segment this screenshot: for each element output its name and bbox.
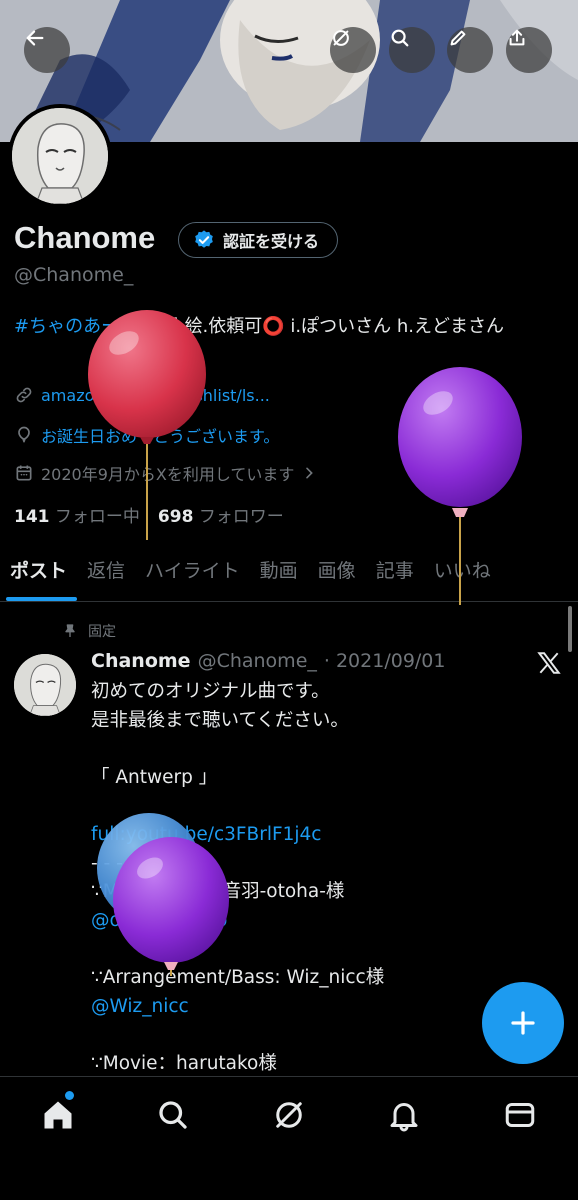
post-song-title: 「 Antwerp 」: [91, 766, 218, 788]
post-avatar[interactable]: [14, 654, 76, 716]
search-icon[interactable]: [155, 1097, 191, 1133]
purple-balloon: [398, 367, 522, 605]
avatar-illustration: [14, 654, 76, 716]
pin-icon: [65, 624, 75, 637]
post-line: 初めてのオリジナル曲です。: [91, 681, 330, 702]
grok-icon[interactable]: [271, 1097, 307, 1133]
post-author-name[interactable]: Chanome: [91, 650, 191, 672]
pinned-label: 固定: [88, 624, 116, 640]
calendar-icon: [16, 465, 32, 481]
following-count: 141: [14, 507, 50, 527]
red-balloon: [88, 310, 206, 540]
get-verified-button[interactable]: 認証を受ける: [178, 222, 339, 258]
mail-icon[interactable]: [502, 1097, 538, 1133]
get-verified-label: 認証を受ける: [223, 232, 320, 251]
x-logo-icon: [537, 652, 561, 674]
back-button[interactable]: [24, 27, 70, 73]
profile-name: Chanome: [14, 220, 156, 255]
share-icon: [509, 29, 525, 46]
profile-avatar[interactable]: [8, 104, 112, 208]
pinned-indicator: 固定: [62, 621, 116, 641]
tab-images[interactable]: 画像: [308, 548, 366, 601]
post-author-handle[interactable]: @Chanome_: [198, 650, 317, 672]
search-button[interactable]: [389, 27, 435, 73]
post-line: 是非最後まで聴いてください。: [91, 709, 349, 731]
back-arrow-icon: [26, 30, 44, 46]
tab-replies[interactable]: 返信: [77, 548, 135, 601]
compose-button[interactable]: [482, 982, 564, 1064]
scrollbar[interactable]: [568, 606, 572, 652]
purple-balloon: [113, 837, 229, 976]
avatar-illustration: [12, 108, 108, 204]
balloon-icon: [18, 426, 30, 443]
followers-label: フォロワー: [198, 507, 284, 527]
profile-handle: @Chanome_: [14, 264, 134, 286]
plus-icon: [511, 1011, 535, 1035]
search-icon: [391, 29, 409, 47]
bell-icon[interactable]: [386, 1097, 422, 1133]
notification-dot: [65, 1091, 74, 1100]
tab-posts[interactable]: ポスト: [0, 548, 78, 601]
share-button[interactable]: [506, 27, 552, 73]
grok-button[interactable]: [330, 27, 376, 73]
post-credit-movie: ∵Movie：harutako様: [91, 1052, 277, 1074]
verified-badge-icon: [195, 230, 213, 248]
chevron-right-icon: [306, 467, 314, 479]
tab-highlights[interactable]: ハイライト: [135, 548, 250, 601]
grok-icon: [333, 30, 349, 46]
link-icon: [16, 387, 32, 403]
post-date[interactable]: · 2021/09/01: [324, 650, 446, 672]
home-icon[interactable]: [40, 1097, 76, 1133]
tab-videos[interactable]: 動画: [250, 548, 308, 601]
edit-button[interactable]: [447, 27, 493, 73]
edit-icon: [450, 30, 466, 46]
post-header: Chanome @Chanome_ · 2021/09/01: [91, 650, 445, 672]
bottom-navigation: [0, 1076, 578, 1200]
